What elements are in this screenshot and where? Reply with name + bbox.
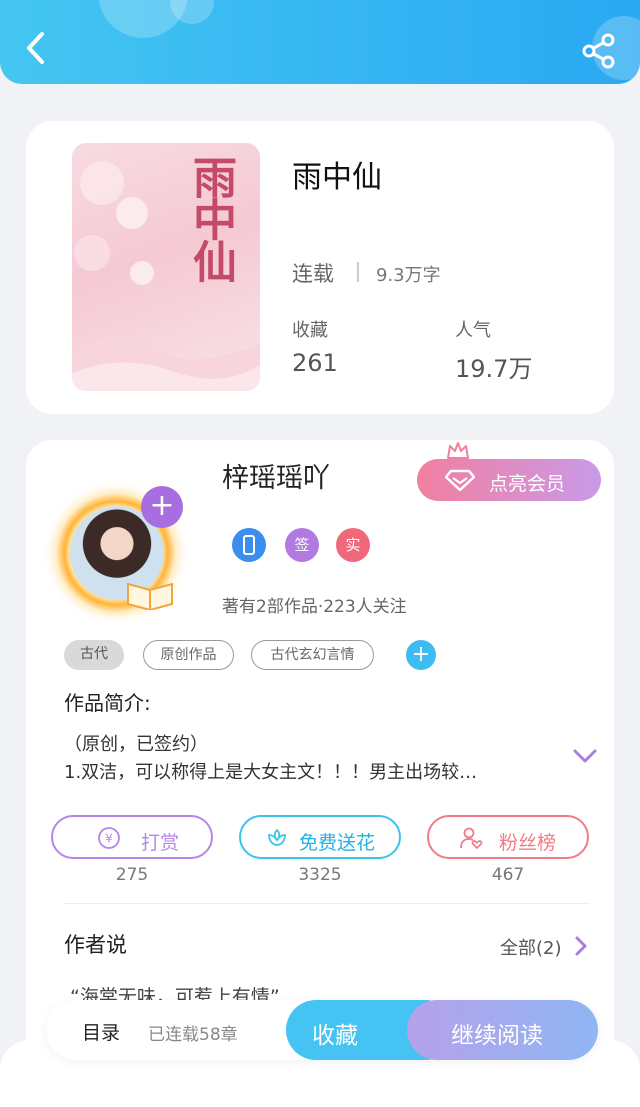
tip-count: 275 [115, 865, 149, 885]
yuan-coin-icon: ¥ [98, 827, 120, 849]
flower-icon [268, 828, 286, 846]
add-tag-button[interactable]: + [406, 640, 436, 670]
phone-badge-icon [232, 528, 266, 562]
chevron-right-icon[interactable] [574, 936, 588, 956]
follow-author-button[interactable]: + [141, 486, 183, 528]
continue-reading-label: 继续阅读 [451, 1023, 543, 1049]
author-says-all-link[interactable]: 全部(2) [500, 934, 562, 960]
send-flower-label: 免费送花 [299, 832, 376, 854]
table-of-contents-button[interactable]: 目录 [82, 1018, 120, 1045]
expand-chevron-icon[interactable] [572, 746, 598, 766]
tag-ancient[interactable]: 古代 [64, 640, 124, 670]
fan-count: 467 [491, 865, 525, 885]
fan-heart-icon [460, 827, 483, 850]
popularity-label: 人气 [455, 320, 491, 341]
favorites-value: 261 [292, 349, 338, 377]
continue-reading-button[interactable]: 继续阅读 [407, 1000, 598, 1060]
crown-icon [447, 442, 469, 459]
vip-button-label: 点亮会员 [489, 473, 566, 495]
intro-line-2: 1.双洁，可以称得上是大女主文！！！男主出场较… [64, 762, 478, 783]
vip-activate-button[interactable]: 点亮会员 [417, 459, 601, 501]
svg-text:¥: ¥ [105, 832, 113, 846]
popularity-value: 19.7万 [455, 355, 533, 383]
favorites-button-label: 收藏 [312, 1023, 358, 1049]
cover-title-text: 雨中仙 [185, 155, 236, 281]
tip-label: 打赏 [141, 832, 180, 854]
tip-button[interactable]: ¥ 打赏 [51, 815, 213, 859]
author-stats: 著有2部作品·223人关注 [222, 597, 407, 617]
chapter-count: 已连载58章 [148, 1025, 238, 1045]
fan-ranking-label: 粉丝榜 [499, 832, 557, 854]
signed-badge-icon: 签 [285, 528, 319, 562]
all-link-label: 全部(2) [500, 938, 562, 959]
diamond-icon [445, 469, 475, 491]
open-book-icon [127, 582, 173, 610]
favorites-label: 收藏 [292, 320, 328, 341]
share-icon[interactable] [580, 32, 618, 70]
section-divider [64, 903, 590, 904]
tag-genre[interactable]: 古代玄幻言情 [251, 640, 374, 670]
send-flower-button[interactable]: 免费送花 [239, 815, 401, 859]
fan-ranking-button[interactable]: 粉丝榜 [427, 815, 589, 859]
verified-badge-icon: 实 [336, 528, 370, 562]
book-status: 连载 [292, 262, 334, 286]
book-word-count: 9.3万字 [376, 265, 441, 286]
intro-heading: 作品简介: [64, 691, 151, 715]
status-divider [357, 262, 359, 282]
back-arrow-icon[interactable] [18, 28, 52, 68]
author-says-heading: 作者说 [64, 933, 127, 957]
book-title: 雨中仙 [292, 160, 382, 195]
intro-line-1: （原创，已签约） [64, 734, 208, 755]
tag-original[interactable]: 原创作品 [143, 640, 234, 670]
author-name: 梓瑶瑶吖 [222, 463, 330, 494]
book-cover[interactable]: 雨中仙 [72, 143, 260, 391]
top-header [0, 0, 640, 84]
flower-count: 3325 [298, 865, 342, 885]
